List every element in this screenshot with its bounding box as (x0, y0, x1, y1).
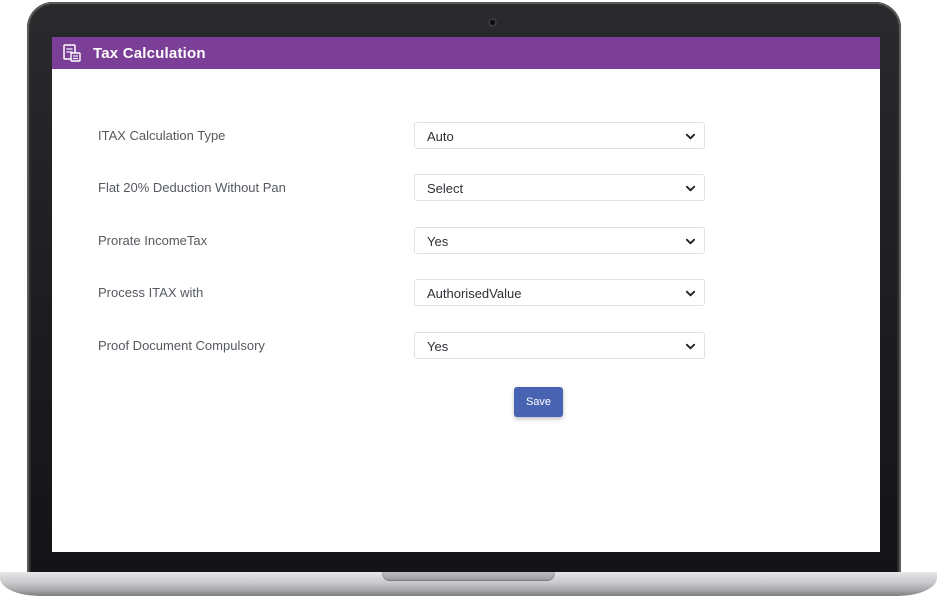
itax-calculation-type-select[interactable]: Auto (414, 122, 705, 149)
field-label: Prorate IncomeTax (98, 233, 208, 248)
field-label: Flat 20% Deduction Without Pan (98, 180, 286, 195)
save-button[interactable]: Save (514, 387, 563, 417)
select-value: Yes (427, 234, 449, 249)
form-row-process-itax-with: Process ITAX with AuthorisedValue (52, 279, 880, 309)
select-value: Yes (427, 339, 449, 354)
select-value: Auto (427, 129, 454, 144)
process-itax-with-select[interactable]: AuthorisedValue (414, 279, 705, 306)
proof-document-compulsory-select[interactable]: Yes (414, 332, 705, 359)
app-screen: Tax Calculation ITAX Calculation Type Au… (52, 37, 880, 552)
select-value: Select (427, 181, 464, 196)
form-row-flat-deduction: Flat 20% Deduction Without Pan Select (52, 174, 880, 204)
form-row-prorate-incometax: Prorate IncomeTax Yes (52, 227, 880, 257)
page-title: Tax Calculation (93, 44, 206, 62)
prorate-incometax-select[interactable]: Yes (414, 227, 705, 254)
form-row-proof-document-compulsory: Proof Document Compulsory Yes (52, 332, 880, 362)
chevron-down-icon (685, 290, 696, 297)
field-label: ITAX Calculation Type (98, 128, 226, 143)
webcam (488, 18, 497, 27)
chevron-down-icon (685, 133, 696, 140)
chevron-down-icon (685, 343, 696, 350)
field-label: Process ITAX with (98, 285, 204, 300)
laptop-lid-notch (382, 572, 555, 581)
chevron-down-icon (685, 238, 696, 245)
field-label: Proof Document Compulsory (98, 338, 265, 353)
flat-deduction-without-pan-select[interactable]: Select (414, 174, 705, 201)
tax-document-icon (61, 42, 83, 64)
chevron-down-icon (685, 185, 696, 192)
page-header: Tax Calculation (52, 37, 880, 69)
form-row-itax-calculation-type: ITAX Calculation Type Auto (52, 122, 880, 152)
select-value: AuthorisedValue (427, 286, 522, 301)
